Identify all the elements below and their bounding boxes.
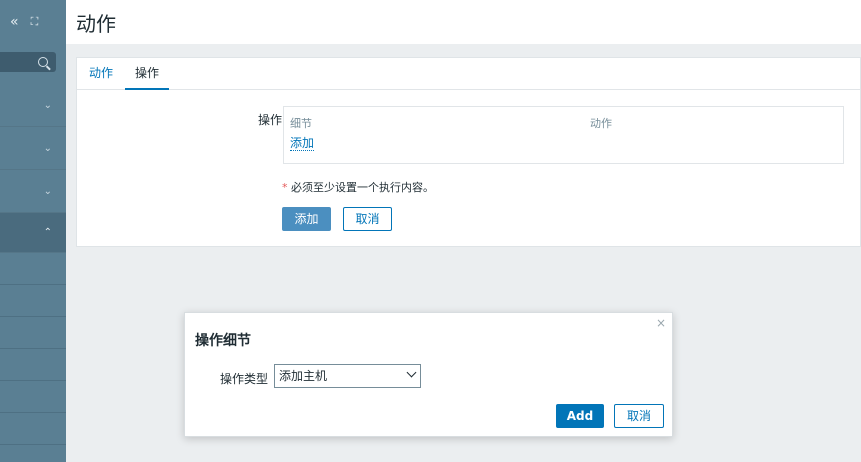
column-header-action: 动作 (590, 117, 612, 130)
dialog-add-button[interactable]: Add (556, 404, 604, 428)
operation-details-dialog: × 操作细节 操作类型 添加主机 Add 取消 (184, 312, 673, 437)
chevron-down-icon: ⌄ (43, 185, 52, 197)
operations-label: 操作 (257, 113, 282, 127)
dialog-title: 操作细节 (195, 333, 251, 349)
add-operation-link[interactable]: 添加 (290, 137, 315, 151)
sidebar-subitem[interactable] (0, 413, 66, 445)
operation-type-select[interactable]: 添加主机 (274, 364, 421, 388)
sidebar-subitem[interactable] (0, 445, 66, 462)
sidebar-item-1[interactable]: ⌄ (0, 84, 66, 127)
search-icon (38, 57, 48, 67)
operation-type-label: 操作类型 (219, 372, 268, 386)
sidebar-subitem[interactable] (0, 381, 66, 413)
chevron-down-icon: ⌄ (43, 142, 52, 154)
tab-action[interactable]: 动作 (89, 58, 113, 90)
chevron-up-icon: ⌃ (43, 227, 52, 238)
sidebar-item-4[interactable]: ⌃ (0, 213, 66, 253)
operations-table: 细节 动作 添加 (283, 106, 844, 164)
close-icon[interactable]: × (656, 316, 666, 330)
sidebar-subitem[interactable] (0, 253, 66, 285)
sidebar-top: « ⛶ (0, 0, 66, 44)
page-title: 动作 (76, 12, 116, 36)
tab-bar: 动作 操作 (77, 58, 860, 90)
sidebar-item-3[interactable]: ⌄ (0, 170, 66, 213)
dialog-cancel-button[interactable]: 取消 (614, 404, 664, 428)
window-icon[interactable]: ⛶ (31, 15, 39, 29)
operation-type-value: 添加主机 (279, 369, 328, 383)
sidebar-subitem[interactable] (0, 317, 66, 349)
sidebar-item-2[interactable]: ⌄ (0, 127, 66, 170)
page-header: 动作 (66, 0, 861, 44)
sidebar-search-button[interactable] (0, 52, 56, 72)
required-note-text: 必须至少设置一个执行内容。 (287, 181, 434, 194)
add-button[interactable]: 添加 (282, 207, 331, 231)
sidebar-menu: ⌄ ⌄ ⌄ ⌃ (0, 84, 66, 462)
sidebar-subitem[interactable] (0, 285, 66, 317)
sidebar: « ⛶ ⌄ ⌄ ⌄ ⌃ (0, 0, 66, 462)
required-note: * 必须至少设置一个执行内容。 (282, 179, 434, 195)
sidebar-subitem[interactable] (0, 349, 66, 381)
action-form-card: 动作 操作 操作 细节 动作 添加 * 必须至少设置一个执行内容。 添加 取消 (76, 57, 861, 247)
cancel-button[interactable]: 取消 (343, 207, 392, 231)
chevron-down-icon: ⌄ (43, 99, 52, 111)
tab-operations[interactable]: 操作 (125, 58, 170, 90)
column-header-detail: 细节 (290, 117, 312, 130)
double-chevron-left-icon[interactable]: « (10, 15, 19, 29)
chevron-down-icon (406, 367, 417, 378)
